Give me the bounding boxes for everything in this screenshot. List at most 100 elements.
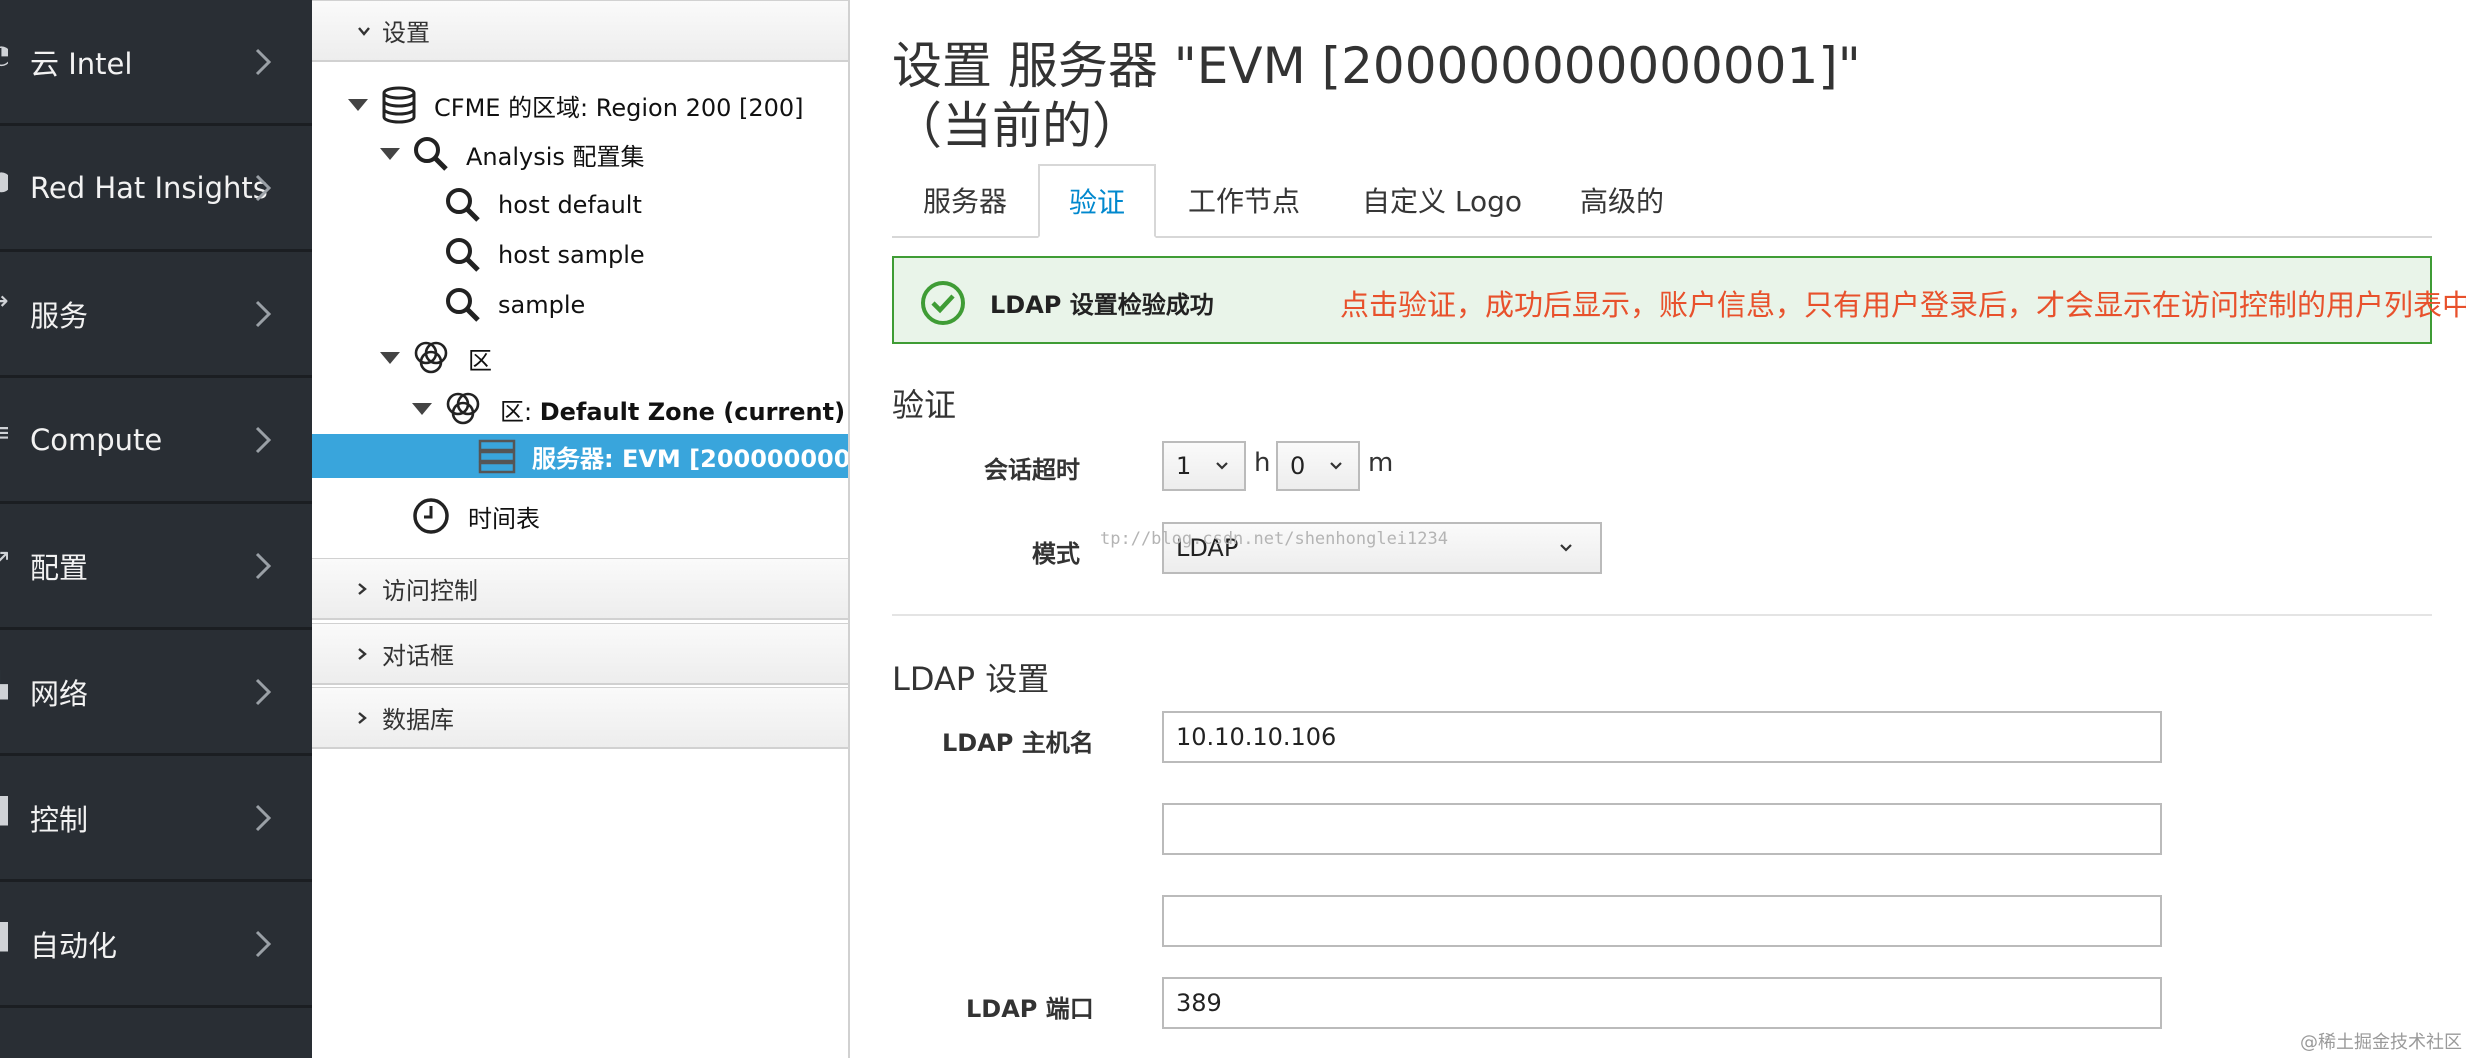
alert-message: LDAP 设置检验成功 (990, 291, 1214, 319)
collapse-toggle-icon[interactable] (348, 99, 368, 111)
zone-name: Default Zone (current) (539, 397, 846, 426)
chevron-right-icon (358, 711, 367, 724)
session-timeout-label: 会话超时 (984, 456, 1080, 484)
accordion-database[interactable]: 数据库 (312, 687, 848, 749)
insights-icon: ● (0, 166, 8, 196)
tree-node-analysis-profiles[interactable]: Analysis 配置集 (312, 130, 848, 178)
ldap-host-input-3[interactable] (1162, 895, 2162, 947)
ldap-port-input[interactable] (1162, 977, 2162, 1029)
section-heading-ldap: LDAP 设置 (892, 660, 1050, 698)
select-value: 1 (1176, 452, 1192, 480)
tab-server[interactable]: 服务器 (892, 164, 1038, 236)
tree-node-label: 区: Default Zone (current) (500, 392, 845, 427)
tab-workers[interactable]: 工作节点 (1156, 164, 1332, 236)
chevron-right-icon (255, 426, 272, 453)
footer-watermark: @稀土掘金技术社区 (2300, 1032, 2462, 1053)
nav-item-label: 自动化 (30, 928, 118, 963)
accordion-label: 访问控制 (382, 577, 478, 605)
search-icon (446, 288, 480, 322)
session-timeout-minutes-select[interactable]: 0 (1276, 441, 1360, 491)
main-content: 设置 服务器 "EVM [200000000000001]" （当前的） 服务器… (850, 0, 2466, 1058)
tree-node-schedules[interactable]: 时间表 (312, 492, 848, 540)
nav-item-control[interactable]: ▐ 控制 (0, 756, 312, 882)
chevron-down-icon (358, 26, 370, 36)
nav-item-label: Red Hat Insights (30, 170, 268, 205)
ldap-host-input-1[interactable] (1162, 711, 2162, 763)
accordion-access-control[interactable]: 访问控制 (312, 558, 848, 620)
tree-node-host-sample[interactable]: host sample (312, 231, 848, 279)
session-timeout-hours-select[interactable]: 1 (1162, 441, 1246, 491)
search-icon (446, 238, 480, 272)
configuration-icon: ↗ (0, 544, 8, 574)
accordion-label: 数据库 (382, 706, 454, 734)
zone-icon (446, 392, 480, 425)
tab-advanced[interactable]: 高级的 (1552, 164, 1692, 236)
chevron-right-icon (255, 552, 272, 579)
tree-node-zones[interactable]: 区 (312, 334, 848, 382)
nav-item-red-hat-insights[interactable]: ● Red Hat Insights (0, 126, 312, 252)
zone-icon (414, 341, 448, 374)
services-icon: ↱ (0, 292, 8, 322)
tree-node-default-zone[interactable]: 区: Default Zone (current) (312, 385, 848, 433)
database-icon (382, 86, 416, 124)
clock-icon (413, 498, 449, 534)
tree-node-label: 时间表 (468, 504, 540, 533)
accordion-dialogs[interactable]: 对话框 (312, 623, 848, 685)
control-icon: ▐ (0, 796, 8, 826)
accordion-label: 设置 (382, 19, 430, 47)
check-circle-icon (921, 281, 965, 325)
select-value: 0 (1290, 452, 1306, 480)
chevron-down-icon (1560, 544, 1572, 552)
page-title-line2: （当前的） (892, 97, 1142, 155)
minutes-unit: m (1368, 448, 1394, 478)
accordion-label: 对话框 (382, 642, 454, 670)
chevron-down-icon (1330, 462, 1342, 470)
tree-node-host-default[interactable]: host default (312, 181, 848, 229)
tree-node-label: host sample (498, 241, 645, 269)
tree-node-sample[interactable]: sample (312, 281, 848, 329)
mode-label: 模式 (1032, 540, 1080, 568)
tab-authentication[interactable]: 验证 (1038, 164, 1156, 238)
nav-item-configuration[interactable]: ↗ 配置 (0, 504, 312, 630)
tree-node-label: CFME 的区域: Region 200 [200] (434, 93, 804, 122)
server-icon (478, 439, 516, 474)
nav-item-label: 服务 (30, 298, 89, 333)
network-icon: ▙ (0, 670, 8, 700)
cloud-intel-icon: ◔ (0, 40, 8, 70)
nav-item-label: 控制 (30, 802, 89, 837)
hours-unit: h (1254, 448, 1271, 478)
ldap-host-input-2[interactable] (1162, 803, 2162, 855)
nav-item-label: 网络 (30, 676, 89, 711)
annotation-note: 点击验证，成功后显示，账户信息，只有用户登录后，才会显示在访问控制的用户列表中 (1340, 288, 2466, 322)
collapse-toggle-icon[interactable] (380, 352, 400, 364)
nav-item-networks[interactable]: ▙ 网络 (0, 630, 312, 756)
chevron-right-icon (255, 678, 272, 705)
collapse-toggle-icon[interactable] (412, 403, 432, 415)
accordion-settings[interactable]: 设置 (312, 0, 848, 62)
nav-item-services[interactable]: ↱ 服务 (0, 252, 312, 378)
chevron-right-icon (255, 300, 272, 327)
page-title: 设置 服务器 "EVM [200000000000001]" （当前的） (892, 36, 1861, 156)
nav-item-label: 配置 (30, 550, 89, 585)
tree-node-region[interactable]: CFME 的区域: Region 200 [200] (312, 81, 848, 129)
section-heading-authentication: 验证 (892, 386, 957, 424)
settings-tabs: 服务器 验证 工作节点 自定义 Logo 高级的 (892, 164, 2432, 238)
nav-item-compute[interactable]: ≡ Compute (0, 378, 312, 504)
tree-node-label: sample (498, 291, 586, 319)
tree-node-label: host default (498, 191, 642, 219)
chevron-right-icon (358, 647, 367, 660)
zone-prefix: 区: (500, 397, 540, 426)
nav-item-cloud-intel[interactable]: ◔ 云 Intel (0, 0, 312, 126)
accordion-panel: 设置 CFME 的区域: Region 200 [200] Analysis 配… (312, 0, 850, 1058)
nav-item-automation[interactable]: ▐ 自动化 (0, 882, 312, 1008)
compute-icon: ≡ (0, 418, 8, 448)
chevron-right-icon (255, 930, 272, 957)
tree-node-server-selected[interactable]: 服务器: EVM [200000000000001] (312, 434, 848, 478)
primary-navigation: ◔ 云 Intel ● Red Hat Insights ↱ 服务 ≡ Comp… (0, 0, 312, 1058)
nav-item-label: Compute (30, 422, 163, 457)
success-alert: LDAP 设置检验成功 点击验证，成功后显示，账户信息，只有用户登录后，才会显示… (892, 256, 2466, 344)
section-divider (892, 614, 2432, 616)
tab-custom-logo[interactable]: 自定义 Logo (1332, 164, 1552, 236)
chevron-right-icon (255, 48, 272, 75)
collapse-toggle-icon[interactable] (380, 148, 400, 160)
